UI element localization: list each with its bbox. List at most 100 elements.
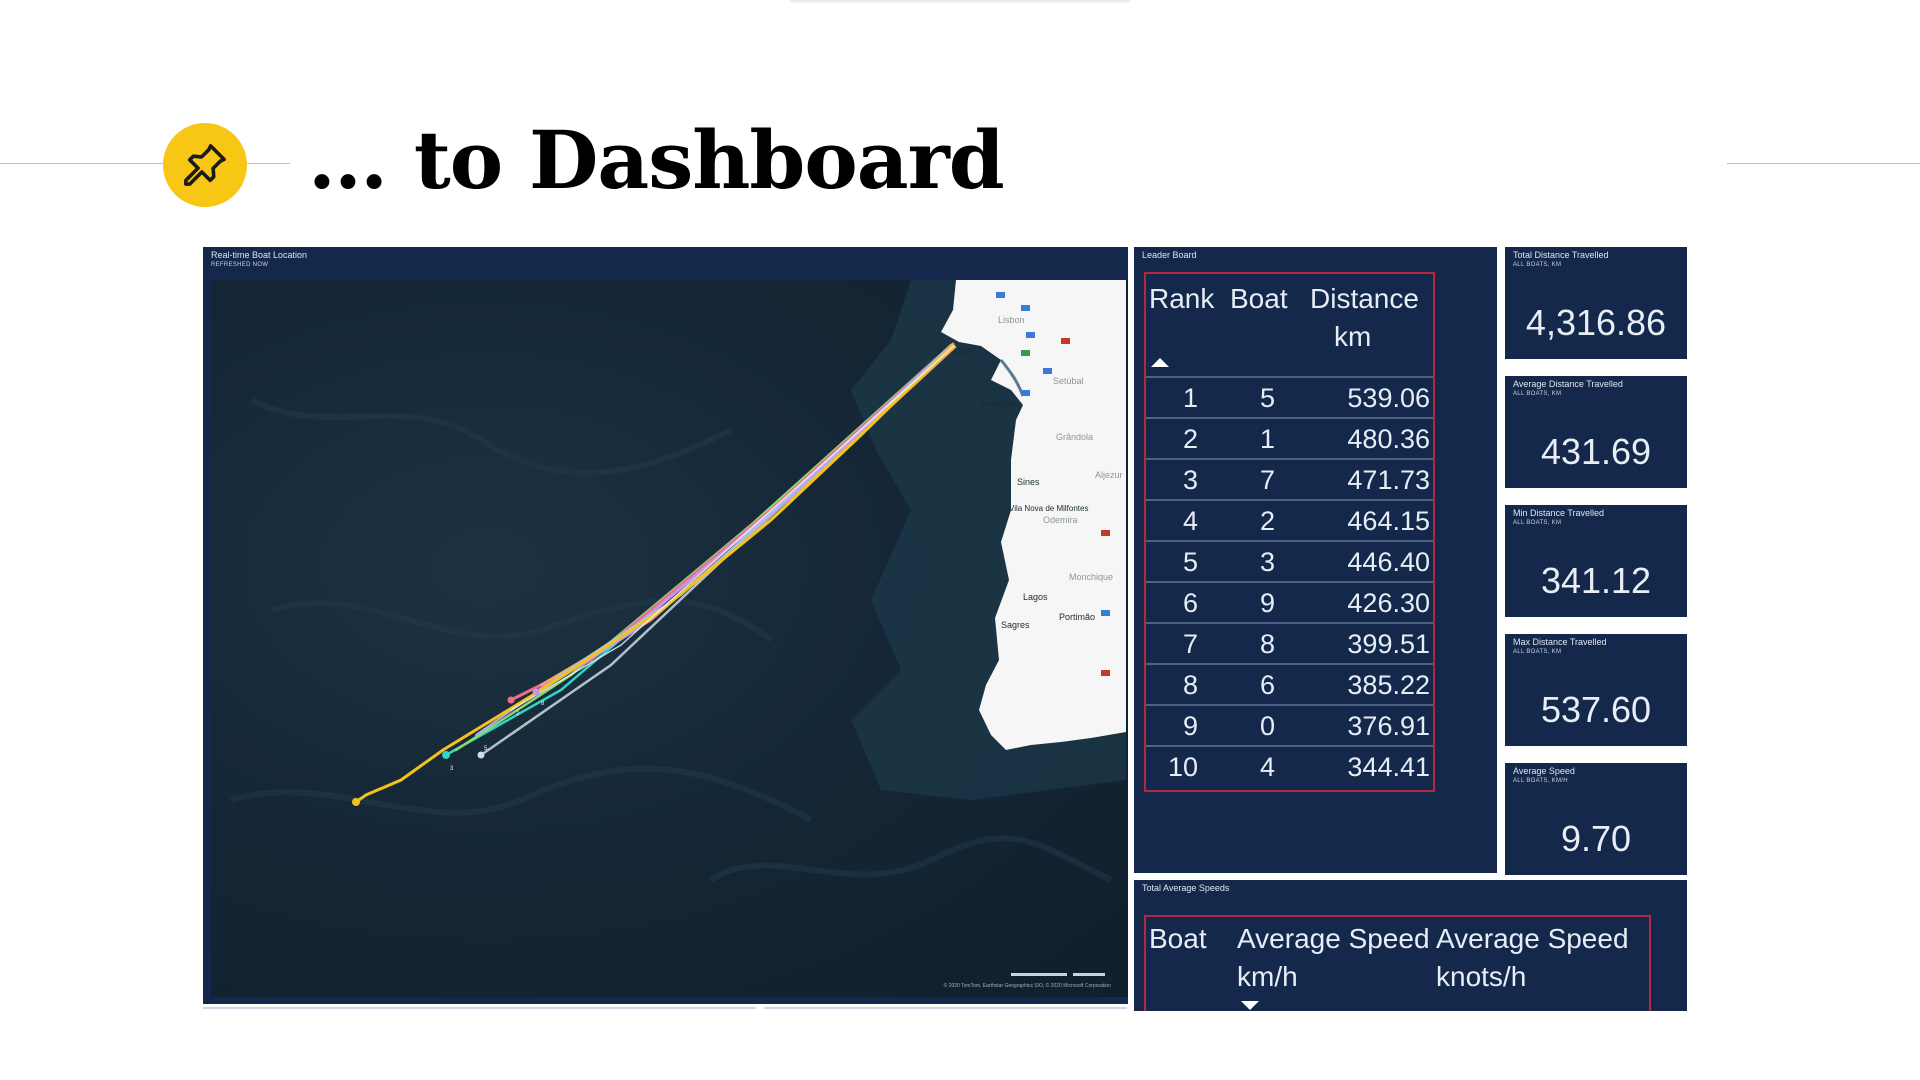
kpi-value: 4,316.86 xyxy=(1525,302,1667,343)
scale-bar xyxy=(1011,973,1067,976)
leaderboard-row[interactable]: 10 4 344.41 xyxy=(1146,745,1433,786)
place-label: Lisbon xyxy=(998,315,1025,325)
leaderboard-row[interactable]: 9 0 376.91 xyxy=(1146,704,1433,745)
cell-boat: 0 xyxy=(1259,711,1275,741)
cell-rank: 3 xyxy=(1182,465,1198,495)
leaderboard-panel: Leader Board Rank Boat Distance km 1 5 539… xyxy=(1134,247,1497,873)
cell-rank: 4 xyxy=(1182,506,1198,536)
kpi-value: 537.60 xyxy=(1540,689,1652,730)
cell-distance: 539.06 xyxy=(1347,383,1430,413)
cell-rank: 9 xyxy=(1182,711,1198,741)
kpi-title: Average Distance Travelled xyxy=(1513,379,1623,389)
cell-rank: 7 xyxy=(1182,629,1198,659)
cell-distance: 344.41 xyxy=(1347,752,1430,782)
column-header-avg-speed-kmh[interactable]: Average Speed xyxy=(1237,920,1430,958)
kpi-subtitle: ALL BOATS, KM/H xyxy=(1513,778,1568,784)
column-header-avg-speed-knots[interactable]: Average Speed xyxy=(1436,920,1629,958)
boat-marker xyxy=(477,751,485,759)
place-label: Odemira xyxy=(1043,515,1078,525)
boat-marker xyxy=(507,696,515,704)
cell-distance: 399.51 xyxy=(1347,629,1430,659)
boat-label: 8 xyxy=(541,701,545,707)
place-label: Vila Nova de Milfontes xyxy=(1009,504,1088,513)
column-header-distance[interactable]: Distance xyxy=(1310,280,1419,318)
map-subtitle: REFRESHED NOW xyxy=(211,262,269,268)
cell-distance: 426.30 xyxy=(1347,588,1430,618)
boat-label: 3 xyxy=(450,766,454,772)
leaderboard-row[interactable]: 8 6 385.22 xyxy=(1146,663,1433,704)
column-header-unit-knots: knots/h xyxy=(1436,961,1527,992)
cell-boat: 9 xyxy=(1259,588,1275,618)
place-label: Monchique xyxy=(1069,572,1113,582)
map-scale xyxy=(1011,973,1105,976)
cell-boat: 6 xyxy=(1259,670,1275,700)
kpi-card: Average Speed ALL BOATS, KM/H 9.70 xyxy=(1505,763,1687,875)
cell-distance: 446.40 xyxy=(1347,547,1430,577)
kpi-card: Total Distance Travelled ALL BOATS, KM 4,3… xyxy=(1505,247,1687,359)
kpi-card: Max Distance Travelled ALL BOATS, KM 537.6… xyxy=(1505,634,1687,746)
boat-marker xyxy=(442,751,450,759)
kpi-value: 341.12 xyxy=(1540,560,1652,601)
map-canvas[interactable]: Lisbon Sesimbra Sines Vila Nova de Milfo… xyxy=(211,280,1128,997)
place-label: Lagos xyxy=(1023,592,1048,602)
leaderboard-row[interactable]: 2 1 480.36 xyxy=(1146,417,1433,458)
leaderboard-row[interactable]: 5 3 446.40 xyxy=(1146,540,1433,581)
cell-rank: 6 xyxy=(1182,588,1198,618)
road-shield xyxy=(1101,530,1110,536)
leaderboard-row[interactable]: 1 5 539.06 xyxy=(1146,376,1433,417)
map-panel: Real-time Boat Location REFRESHED NOW Li… xyxy=(203,247,1128,1004)
cell-boat: 8 xyxy=(1259,629,1275,659)
cell-distance: 471.73 xyxy=(1347,465,1430,495)
kpi-subtitle: ALL BOATS, KM xyxy=(1513,649,1562,655)
kpi-subtitle: ALL BOATS, KM xyxy=(1513,262,1562,268)
place-label: Grândola xyxy=(1056,432,1093,442)
seafloor-ridge xyxy=(249,397,733,476)
seafloor-ridge xyxy=(270,598,773,643)
leaderboard-title: Leader Board xyxy=(1142,250,1197,260)
title-rule-right xyxy=(1727,163,1920,164)
cell-rank: 10 xyxy=(1167,752,1198,782)
divider xyxy=(764,1007,1127,1009)
column-header-boat[interactable]: Boat xyxy=(1230,280,1288,318)
road-shield xyxy=(1061,338,1070,344)
divider xyxy=(203,1007,756,1009)
column-header-distance-unit: km xyxy=(1334,321,1372,352)
kpi-subtitle: ALL BOATS, KM xyxy=(1513,391,1562,397)
average-speeds-panel: Total Average Speeds Boat Average Speed … xyxy=(1134,880,1687,1011)
seafloor-ridge xyxy=(709,835,1113,883)
map-title: Real-time Boat Location xyxy=(211,250,308,260)
sort-descending-icon[interactable] xyxy=(1241,1001,1259,1010)
road-shield xyxy=(1101,610,1110,616)
column-header-boat[interactable]: Boat xyxy=(1149,920,1207,958)
cell-rank: 8 xyxy=(1182,670,1198,700)
seafloor-ridge xyxy=(230,765,813,823)
average-speeds-title: Total Average Speeds xyxy=(1142,883,1230,893)
slide-title: … to Dashboard xyxy=(308,113,1005,207)
column-header-unit-kmh: km/h xyxy=(1237,961,1298,992)
kpi-card: Average Distance Travelled ALL BOATS, KM 4… xyxy=(1505,376,1687,488)
cell-rank: 5 xyxy=(1182,547,1198,577)
leaderboard-row[interactable]: 3 7 471.73 xyxy=(1146,458,1433,499)
cell-boat: 4 xyxy=(1259,752,1275,782)
road-shield xyxy=(1026,332,1035,338)
cell-boat: 7 xyxy=(1259,465,1275,495)
map-attribution: © 2020 TomTom, Earthstar Geographics SIO… xyxy=(943,983,1111,989)
column-header-rank[interactable]: Rank xyxy=(1149,280,1214,318)
top-shadow xyxy=(790,0,1130,4)
boat-marker xyxy=(532,688,540,696)
leaderboard-row[interactable]: 7 8 399.51 xyxy=(1146,622,1433,663)
place-label: Sines xyxy=(1017,477,1040,487)
sort-ascending-icon[interactable] xyxy=(1151,358,1169,367)
leaderboard-header-row: Rank Boat Distance km xyxy=(1146,274,1433,376)
cell-rank: 1 xyxy=(1182,383,1198,413)
pushpin-icon xyxy=(184,144,226,186)
leaderboard-row[interactable]: 6 9 426.30 xyxy=(1146,581,1433,622)
road-shield xyxy=(1101,670,1110,676)
scale-bar xyxy=(1073,973,1105,976)
cell-boat: 5 xyxy=(1259,383,1275,413)
road-shield xyxy=(1021,390,1030,396)
leaderboard-row[interactable]: 4 2 464.15 xyxy=(1146,499,1433,540)
place-label: Portimão xyxy=(1059,612,1095,622)
pushpin-badge xyxy=(163,123,247,207)
cell-rank: 2 xyxy=(1182,424,1198,454)
